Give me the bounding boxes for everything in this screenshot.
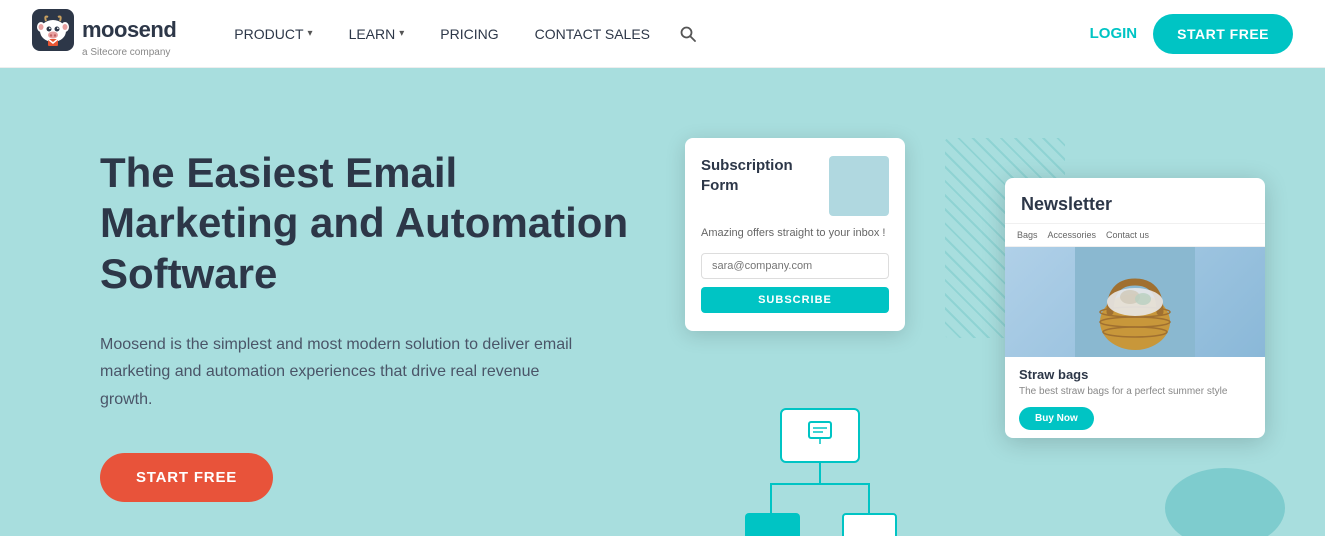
search-icon[interactable] <box>668 0 708 68</box>
navbar-start-free-button[interactable]: START FREE <box>1153 14 1293 54</box>
nav-links: PRODUCT ▾ LEARN ▾ PRICING CONTACT SALES <box>216 0 1089 68</box>
hero-right: Subscription Form Amazing offers straigh… <box>685 98 1265 536</box>
newsletter-title: Newsletter <box>1005 178 1265 224</box>
newsletter-buy-button[interactable]: Buy Now <box>1019 407 1094 430</box>
newsletter-nav-bags: Bags <box>1017 230 1038 240</box>
nav-right: LOGIN START FREE <box>1090 14 1293 54</box>
logo-text: moosend <box>82 17 176 43</box>
subscription-form-card: Subscription Form Amazing offers straigh… <box>685 138 905 331</box>
learn-arrow-icon: ▾ <box>399 28 404 39</box>
logo-row: moosend <box>32 9 176 51</box>
sub-form-subtitle: Amazing offers straight to your inbox ! <box>701 226 889 241</box>
sub-form-email-input[interactable] <box>701 253 889 279</box>
nav-contact-sales[interactable]: CONTACT SALES <box>517 0 668 68</box>
logo-area: moosend a Sitecore company <box>32 9 176 58</box>
auto-connector-top <box>819 463 821 483</box>
newsletter-nav: Bags Accessories Contact us <box>1005 224 1265 247</box>
auto-left-box <box>745 513 800 536</box>
newsletter-nav-contact: Contact us <box>1106 230 1149 240</box>
newsletter-product-image <box>1005 247 1265 357</box>
hero-left: The Easiest Email Marketing and Automati… <box>100 128 660 502</box>
newsletter-card: Newsletter Bags Accessories Contact us <box>1005 178 1265 438</box>
hero-section: The Easiest Email Marketing and Automati… <box>0 68 1325 536</box>
nav-product[interactable]: PRODUCT ▾ <box>216 0 330 68</box>
login-link[interactable]: LOGIN <box>1090 25 1138 42</box>
navbar: moosend a Sitecore company PRODUCT ▾ LEA… <box>0 0 1325 68</box>
logo-subtitle: a Sitecore company <box>82 47 170 58</box>
product-arrow-icon: ▾ <box>308 28 313 39</box>
nav-pricing[interactable]: PRICING <box>422 0 516 68</box>
newsletter-product-title: Straw bags <box>1019 367 1251 382</box>
basket-svg <box>1075 247 1195 357</box>
blob-accent <box>1165 468 1285 536</box>
newsletter-content: Straw bags The best straw bags for a per… <box>1005 357 1265 438</box>
hero-cta-button[interactable]: START FREE <box>100 453 273 502</box>
auto-right-box <box>842 513 897 536</box>
automation-widget <box>745 408 895 536</box>
automation-main-box <box>780 408 860 463</box>
newsletter-product-desc: The best straw bags for a perfect summer… <box>1019 386 1251 397</box>
logo-icon <box>32 9 74 51</box>
hero-title: The Easiest Email Marketing and Automati… <box>100 148 660 299</box>
sub-form-subscribe-button[interactable]: SUBSCRIBE <box>701 287 889 313</box>
sub-form-header-image <box>829 156 889 216</box>
auto-branches <box>745 483 895 536</box>
newsletter-nav-accessories: Accessories <box>1048 230 1097 240</box>
automation-box-icon <box>805 418 835 454</box>
nav-learn[interactable]: LEARN ▾ <box>331 0 423 68</box>
hero-description: Moosend is the simplest and most modern … <box>100 331 580 413</box>
